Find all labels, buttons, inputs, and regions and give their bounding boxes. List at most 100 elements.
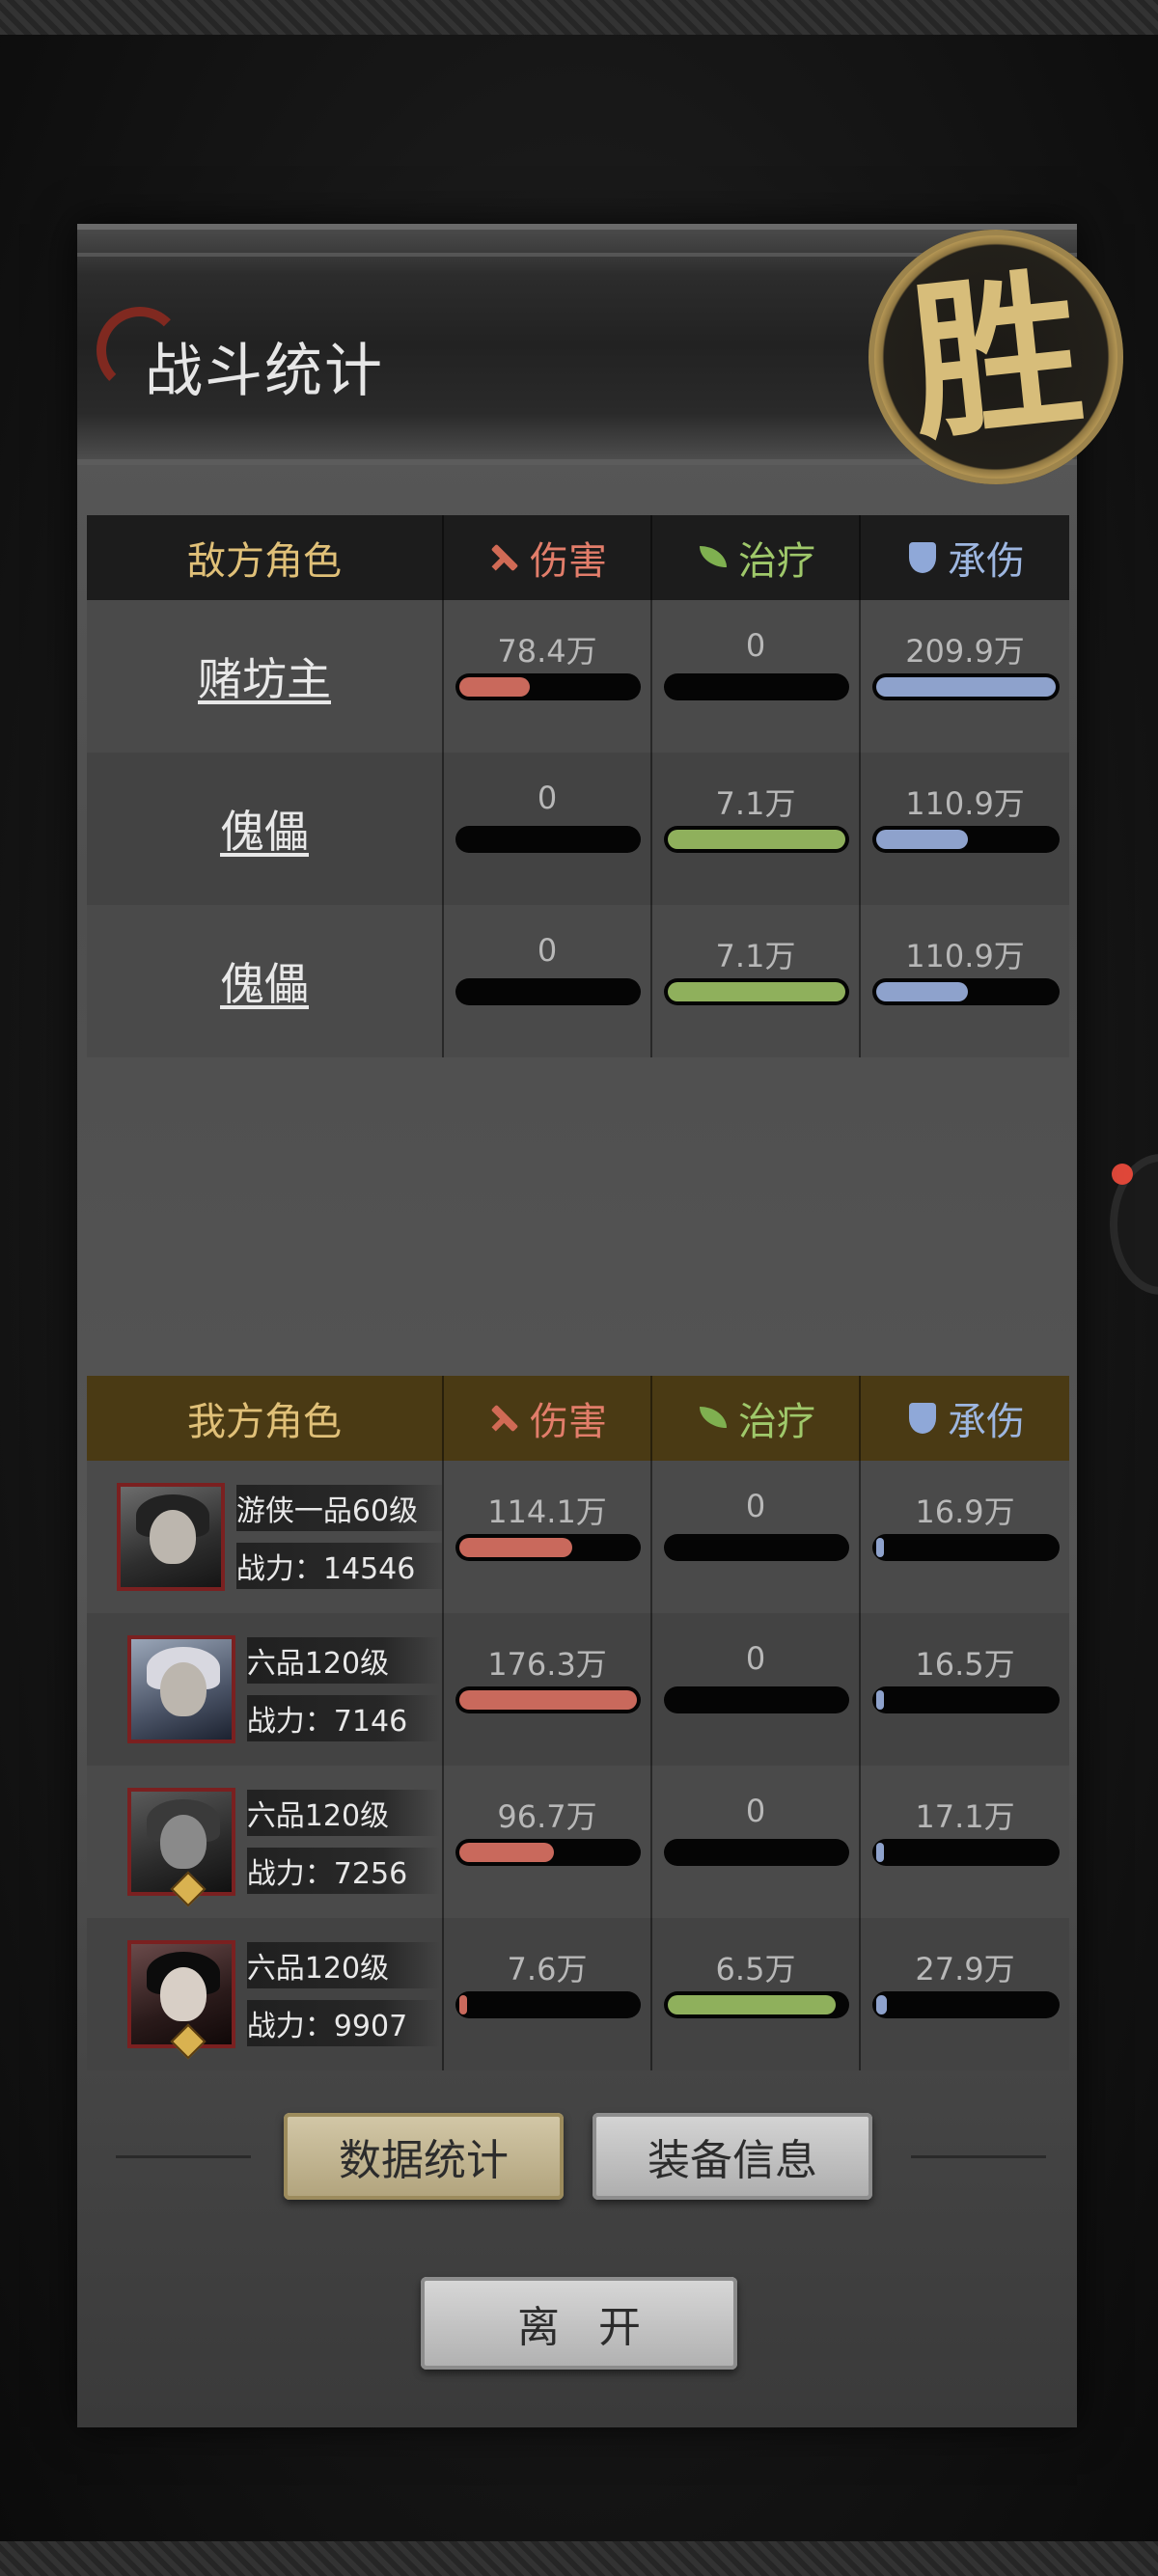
damage-value: 78.4万 [497,633,597,670]
tank-cell: 110.9万 [859,753,1069,905]
heal-bar [664,978,849,1005]
heal-cell: 0 [650,1766,859,1918]
heal-value: 0 [745,1793,766,1829]
enemy-name-link[interactable]: 傀儡 [220,797,309,861]
rank-badge-icon [170,1871,207,1907]
heal-bar-fill [668,1995,837,2014]
ally-power: 战力：7256 [246,1848,441,1894]
table-row: 傀儡 0 7.1万 110.9万 [87,905,1069,1057]
tank-value: 110.9万 [905,938,1025,974]
damage-cell: 176.3万 [442,1613,650,1766]
heal-bar [664,1991,849,2018]
bottom-border [0,2541,1158,2576]
ally-portrait[interactable] [126,1940,235,2060]
tank-bar-fill [876,677,1056,697]
heal-column-label: 治疗 [738,539,815,584]
damage-value: 0 [537,932,558,969]
damage-bar [455,1991,641,2018]
damage-value: 96.7万 [497,1798,597,1835]
page-title: 战斗统计 [145,338,384,405]
ally-rank: 六品120级 [246,1790,441,1836]
heal-cell: 0 [650,1613,859,1766]
enemy-name-link[interactable]: 傀儡 [220,949,309,1013]
heal-column-header: 治疗 [650,515,859,600]
damage-bar [455,673,641,700]
enemy-role-header: 敌方角色 [187,539,342,584]
tank-bar-fill [876,982,968,1001]
portrait-face [149,1510,196,1564]
table-row: 傀儡 0 7.1万 110.9万 [87,753,1069,905]
heal-bar [664,1686,849,1713]
tank-value: 17.1万 [915,1798,1015,1835]
tank-bar [872,978,1060,1005]
damage-value: 114.1万 [487,1494,607,1530]
tank-bar-fill [876,1995,888,2014]
table-row: 六品120级 战力：7146 176.3万 0 16.5万 [87,1613,1069,1766]
heal-bar-fill [668,830,845,849]
damage-column-label: 伤害 [530,1400,607,1444]
data-stats-button[interactable]: 数据统计 [284,2113,564,2200]
tank-cell: 110.9万 [859,905,1069,1057]
ally-role-header: 我方角色 [187,1400,342,1444]
tank-cell: 16.9万 [859,1461,1069,1613]
ally-rank: 六品120级 [246,1942,441,1988]
ally-power: 战力：7146 [246,1695,441,1741]
heal-value: 0 [745,627,766,664]
ally-info-cell: 六品120级 战力：9907 [87,1918,442,2070]
tank-value: 16.5万 [915,1646,1015,1683]
damage-cell: 96.7万 [442,1766,650,1918]
heal-cell: 7.1万 [650,905,859,1057]
tank-bar [872,826,1060,853]
heal-bar [664,673,849,700]
heal-bar [664,1839,849,1866]
heal-cell: 6.5万 [650,1918,859,2070]
enemy-table-body: 赌坊主 78.4万 0 209.9万 傀儡 0 7.1万 110.9万 傀儡 0… [87,600,1069,1057]
leave-button[interactable]: 离开 [421,2277,737,2370]
tank-value: 110.9万 [905,785,1025,822]
leaf-icon [696,1401,731,1436]
portrait-face [159,1815,207,1869]
damage-bar [455,978,641,1005]
table-row: 六品120级 战力：7256 96.7万 0 17.1万 [87,1766,1069,1918]
heal-value: 7.1万 [715,938,796,974]
damage-value: 176.3万 [487,1646,607,1683]
leaf-icon [696,540,731,575]
table-row: 游侠一品60级 战力：14546 114.1万 0 16.9万 [87,1461,1069,1613]
damage-value: 7.6万 [507,1951,588,1987]
table-row: 赌坊主 78.4万 0 209.9万 [87,600,1069,753]
ally-info-cell: 游侠一品60级 战力：14546 [87,1461,452,1613]
heal-bar [664,1534,849,1561]
enemy-name-link[interactable]: 赌坊主 [198,644,331,708]
notification-dot-icon [1112,1164,1133,1185]
tank-column-header: 承伤 [859,515,1069,600]
ally-info-cell: 六品120级 战力：7146 [87,1613,442,1766]
portrait-face [159,1967,207,2021]
tank-bar-fill [876,1690,884,1710]
divider-right [911,2155,1046,2158]
damage-column-header: 伤害 [442,1376,650,1461]
ally-rank: 游侠一品60级 [235,1485,452,1531]
ally-portrait[interactable] [126,1788,235,1907]
ally-portrait[interactable] [116,1483,225,1591]
tank-bar [872,1991,1060,2018]
ally-info: 六品120级 战力：7146 [246,1637,441,1741]
damage-cell: 0 [442,905,650,1057]
ally-info: 六品120级 战力：7256 [246,1790,441,1894]
heal-value: 0 [745,1488,766,1524]
damage-bar [455,1686,641,1713]
tank-bar-fill [876,1843,884,1862]
ally-info: 游侠一品60级 战力：14546 [235,1485,452,1589]
ally-table-body: 游侠一品60级 战力：14546 114.1万 0 16.9万 六品120级 战力：… [87,1461,1069,2070]
damage-bar [455,1839,641,1866]
equipment-info-button[interactable]: 装备信息 [593,2113,872,2200]
portrait-face [159,1662,207,1716]
damage-value: 0 [537,780,558,816]
tank-value: 16.9万 [915,1494,1015,1530]
rank-badge-icon [170,2023,207,2060]
ally-portrait[interactable] [126,1635,235,1743]
damage-cell: 78.4万 [442,600,650,753]
heal-bar-fill [668,982,845,1001]
tank-cell: 17.1万 [859,1766,1069,1918]
damage-bar-fill [459,677,530,697]
ally-rank: 六品120级 [246,1637,441,1684]
